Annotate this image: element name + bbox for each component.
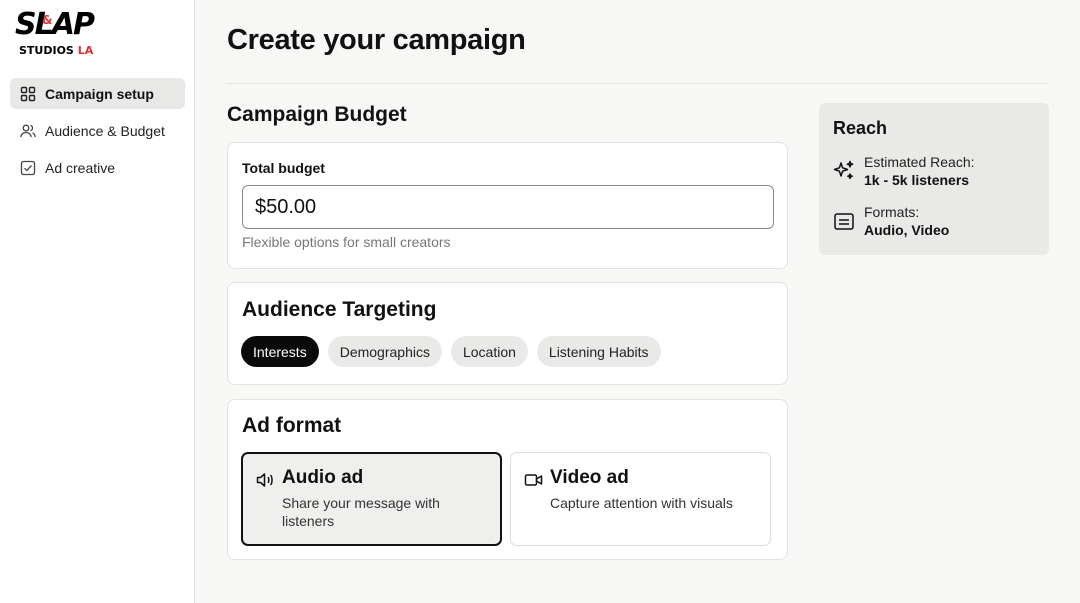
chip-listening-habits[interactable]: Listening Habits xyxy=(536,336,661,367)
header-divider xyxy=(227,83,1049,84)
video-ad-title: Video ad xyxy=(550,467,629,488)
brand-logo[interactable]: SLAP & STUDIOS LA xyxy=(15,10,95,62)
sidebar-item-ad-creative[interactable]: Ad creative xyxy=(10,152,185,183)
logo-studios: STUDIOS xyxy=(19,44,74,57)
budget-helper-text: Flexible options for small creators xyxy=(242,234,451,250)
formats-value: Audio, Video xyxy=(864,222,950,238)
reach-panel: Reach Estimated Reach: 1k - 5k listeners… xyxy=(819,103,1049,255)
chip-location[interactable]: Location xyxy=(450,336,528,367)
video-ad-description: Capture attention with visuals xyxy=(550,495,733,511)
logo-la: LA xyxy=(77,44,94,57)
speaker-icon xyxy=(255,470,275,490)
ad-format-card: Ad format Audio ad Share your message wi… xyxy=(227,399,788,560)
targeting-chips: Interests Demographics Location Listenin… xyxy=(241,336,661,367)
logo-word: SLAP xyxy=(15,7,95,42)
reach-title: Reach xyxy=(833,118,888,138)
logo-ampersand: & xyxy=(42,13,53,27)
formats-label: Formats: xyxy=(864,204,920,220)
estimated-reach-row: Estimated Reach: 1k - 5k listeners xyxy=(832,153,975,189)
audience-targeting-title: Audience Targeting xyxy=(242,298,437,321)
checkbox-icon xyxy=(20,160,36,176)
budget-label: Total budget xyxy=(242,160,325,176)
chip-interests[interactable]: Interests xyxy=(241,336,319,367)
estimated-reach-label: Estimated Reach: xyxy=(864,154,975,170)
audio-ad-option[interactable]: Audio ad Share your message with listene… xyxy=(241,452,502,546)
audio-ad-description: Share your message with listeners xyxy=(282,495,440,529)
formats-row: Formats: Audio, Video xyxy=(832,203,949,239)
estimated-reach-value: 1k - 5k listeners xyxy=(864,172,970,188)
chip-demographics[interactable]: Demographics xyxy=(327,336,442,367)
ad-format-title: Ad format xyxy=(242,414,342,437)
budget-card: Total budget Flexible options for small … xyxy=(227,142,788,269)
document-icon xyxy=(832,209,856,233)
page-title: Create your campaign xyxy=(227,24,526,56)
logo-subtitle: STUDIOS LA xyxy=(19,44,93,58)
video-camera-icon xyxy=(524,470,544,490)
users-icon xyxy=(20,123,36,139)
sidebar-item-label: Ad creative xyxy=(45,159,116,176)
sidebar-item-campaign-setup[interactable]: Campaign setup xyxy=(10,78,185,109)
section-title-budget: Campaign Budget xyxy=(227,103,407,126)
audience-targeting-card: Audience Targeting Interests Demographic… xyxy=(227,282,788,385)
sparkle-icon xyxy=(832,159,856,183)
sidebar-item-label: Campaign setup xyxy=(45,85,154,102)
budget-input[interactable] xyxy=(242,185,774,229)
sidebar-item-label: Audience & Budget xyxy=(45,122,165,139)
audio-ad-title: Audio ad xyxy=(282,467,364,488)
sidebar-nav: Campaign setup Audience & Budget Ad crea… xyxy=(10,78,185,189)
sidebar-item-audience-budget[interactable]: Audience & Budget xyxy=(10,115,185,146)
sidebar: SLAP & STUDIOS LA Campaign setup Audienc… xyxy=(0,0,195,603)
video-ad-option[interactable]: Video ad Capture attention with visuals xyxy=(510,452,771,546)
grid-icon xyxy=(20,86,36,102)
